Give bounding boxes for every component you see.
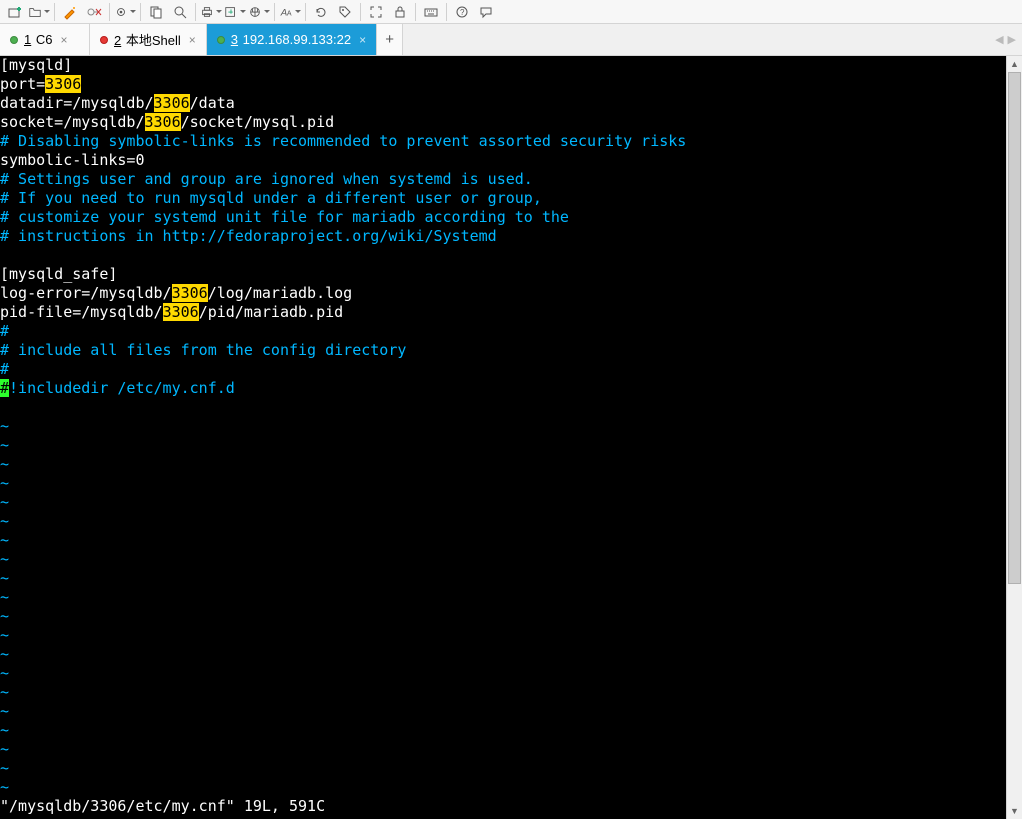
lock-icon[interactable] [389, 1, 411, 23]
terminal-tilde: ~ [0, 531, 1022, 550]
terminal-line: # Settings user and group are ignored wh… [0, 170, 1022, 189]
terminal-tilde: ~ [0, 683, 1022, 702]
help-icon[interactable]: ? [451, 1, 473, 23]
terminal-line: datadir=/mysqldb/3306/data [0, 94, 1022, 113]
scroll-up-icon[interactable]: ▲ [1007, 56, 1022, 72]
terminal-line: # Disabling symbolic-links is recommende… [0, 132, 1022, 151]
scroll-thumb[interactable] [1008, 72, 1021, 584]
settings-icon[interactable] [114, 1, 136, 23]
status-dot [100, 36, 108, 44]
terminal-tilde: ~ [0, 721, 1022, 740]
separator [109, 3, 110, 21]
terminal-tilde: ~ [0, 778, 1022, 797]
tab-label: 3 192.168.99.133:22 [231, 32, 351, 47]
new-tab-icon[interactable] [4, 1, 26, 23]
print-icon[interactable] [200, 1, 222, 23]
separator [140, 3, 141, 21]
terminal-tilde: ~ [0, 607, 1022, 626]
terminal-tilde: ~ [0, 474, 1022, 493]
terminal-line [0, 246, 1022, 265]
separator [274, 3, 275, 21]
terminal-tilde: ~ [0, 664, 1022, 683]
refresh-icon[interactable] [310, 1, 332, 23]
separator [415, 3, 416, 21]
keyboard-icon[interactable] [420, 1, 442, 23]
terminal-tilde: ~ [0, 626, 1022, 645]
tab-label: 2 本地Shell [114, 30, 181, 49]
status-dot [10, 36, 18, 44]
status-dot [217, 36, 225, 44]
terminal-tilde: ~ [0, 702, 1022, 721]
terminal-tilde: ~ [0, 455, 1022, 474]
terminal-line [0, 398, 1022, 417]
close-icon[interactable]: × [58, 33, 69, 47]
vi-status-line: "/mysqldb/3306/etc/my.cnf" 19L, 591C [0, 797, 1022, 816]
scrollbar[interactable]: ▲ ▼ [1006, 56, 1022, 819]
transfer-icon[interactable] [224, 1, 246, 23]
chat-icon[interactable] [475, 1, 497, 23]
terminal-line: socket=/mysqldb/3306/socket/mysql.pid [0, 113, 1022, 132]
terminal-line: [mysqld] [0, 56, 1022, 75]
terminal-tilde: ~ [0, 512, 1022, 531]
svg-text:A: A [287, 10, 292, 17]
terminal-tilde: ~ [0, 493, 1022, 512]
terminal-line: log-error=/mysqldb/3306/log/mariadb.log [0, 284, 1022, 303]
tab-session-3[interactable]: 3 192.168.99.133:22 × [207, 24, 377, 55]
disconnect-icon[interactable] [83, 1, 105, 23]
terminal-line: # [0, 322, 1022, 341]
open-icon[interactable] [28, 1, 50, 23]
terminal-tilde: ~ [0, 645, 1022, 664]
globe-icon[interactable] [248, 1, 270, 23]
scroll-down-icon[interactable]: ▼ [1007, 803, 1022, 819]
terminal-line: #!includedir /etc/my.cnf.d [0, 379, 1022, 398]
separator [195, 3, 196, 21]
wand-icon[interactable] [59, 1, 81, 23]
terminal-line: # customize your systemd unit file for m… [0, 208, 1022, 227]
tab-label: 1 C6 [24, 32, 52, 47]
separator [305, 3, 306, 21]
terminal-line: symbolic-links=0 [0, 151, 1022, 170]
terminal-line: [mysqld_safe] [0, 265, 1022, 284]
terminal-tilde: ~ [0, 759, 1022, 778]
tab-session-1[interactable]: 1 C6 × [0, 24, 90, 55]
terminal-line: port=3306 [0, 75, 1022, 94]
fullscreen-icon[interactable] [365, 1, 387, 23]
terminal-tilde: ~ [0, 417, 1022, 436]
terminal-tilde: ~ [0, 436, 1022, 455]
tab-add-button[interactable]: + [377, 24, 403, 55]
tabs-nav: ◀ ▶ [989, 24, 1022, 55]
terminal-line: # include all files from the config dire… [0, 341, 1022, 360]
terminal-line: pid-file=/mysqldb/3306/pid/mariadb.pid [0, 303, 1022, 322]
terminal[interactable]: [mysqld]port=3306datadir=/mysqldb/3306/d… [0, 56, 1022, 819]
separator [54, 3, 55, 21]
close-icon[interactable]: × [357, 33, 368, 47]
terminal-line: # instructions in http://fedoraproject.o… [0, 227, 1022, 246]
tab-prev-icon[interactable]: ◀ [995, 33, 1003, 46]
terminal-line: # If you need to run mysqld under a diff… [0, 189, 1022, 208]
terminal-tilde: ~ [0, 550, 1022, 569]
terminal-tilde: ~ [0, 588, 1022, 607]
separator [360, 3, 361, 21]
tag-icon[interactable] [334, 1, 356, 23]
tab-next-icon[interactable]: ▶ [1008, 33, 1016, 46]
close-icon[interactable]: × [187, 33, 198, 47]
tabs-bar: 1 C6 × 2 本地Shell × 3 192.168.99.133:22 × + ◀ … [0, 24, 1022, 56]
scroll-track[interactable] [1007, 72, 1022, 803]
terminal-tilde: ~ [0, 569, 1022, 588]
terminal-tilde: ~ [0, 740, 1022, 759]
font-icon[interactable]: AA [279, 1, 301, 23]
separator [446, 3, 447, 21]
search-icon[interactable] [169, 1, 191, 23]
toolbar: AA ? [0, 0, 1022, 24]
terminal-line: # [0, 360, 1022, 379]
copy-icon[interactable] [145, 1, 167, 23]
svg-text:?: ? [460, 8, 465, 17]
tab-session-2[interactable]: 2 本地Shell × [90, 24, 207, 55]
